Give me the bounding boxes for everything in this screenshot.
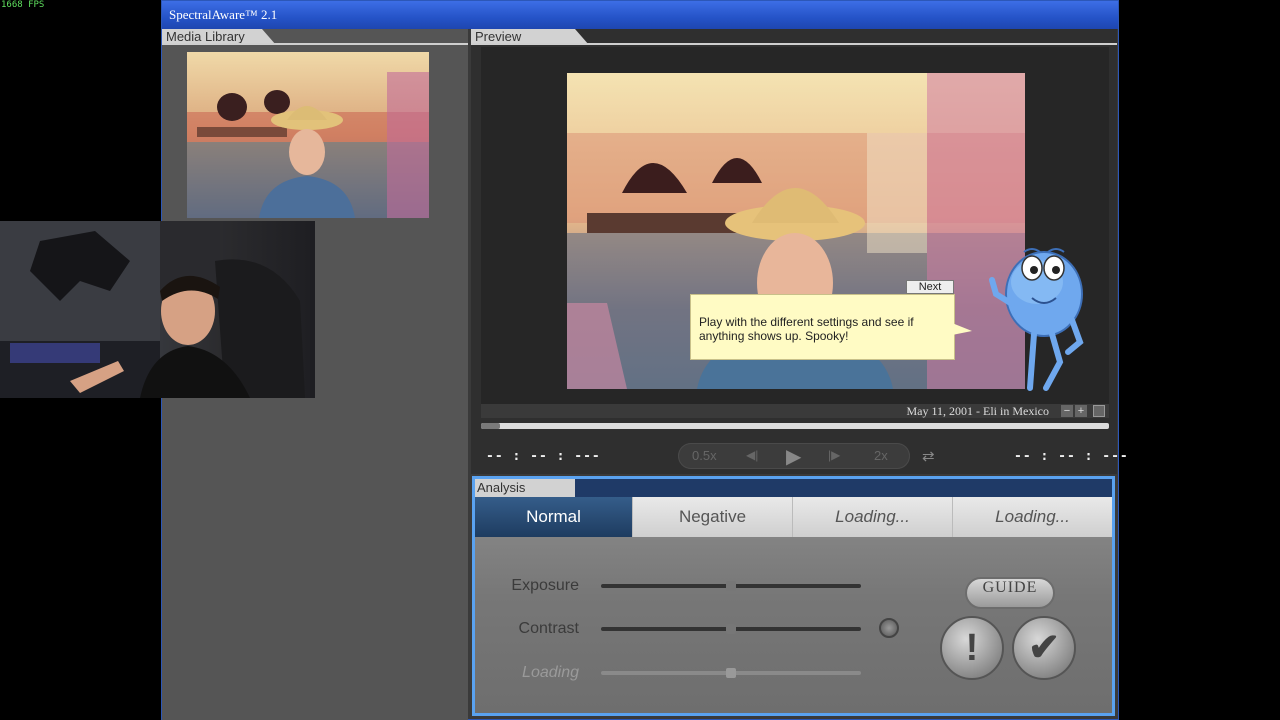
tab-normal[interactable]: Normal — [475, 497, 633, 537]
tab-loading-1[interactable]: Loading... — [793, 497, 953, 537]
contrast-label: Contrast — [518, 620, 579, 637]
analysis-mode-tabs: Normal Negative Loading... Loading... — [475, 497, 1112, 537]
play-icon[interactable]: ▶ — [786, 444, 801, 469]
exposure-slider-knob[interactable] — [726, 581, 736, 591]
fullscreen-icon[interactable] — [1093, 405, 1105, 417]
timeline-progress[interactable] — [481, 423, 1109, 429]
transport-controls: 0.5x ◀| ▶ |▶ 2x — [678, 443, 910, 469]
window-title: SpectralAware™ 2.1 — [169, 7, 278, 22]
contrast-slider[interactable] — [601, 624, 861, 634]
media-library-divider — [162, 43, 468, 45]
loading-slider-knob — [726, 668, 736, 678]
analysis-header-bar: Analysis — [475, 479, 1112, 497]
tutorial-message: Play with the different settings and see… — [699, 315, 914, 343]
guide-button[interactable]: GUIDE — [965, 577, 1055, 609]
step-back-icon[interactable]: ◀| — [746, 448, 758, 462]
exposure-label: Exposure — [511, 577, 579, 594]
total-time: -- : -- : --- — [1014, 449, 1129, 464]
tab-negative[interactable]: Negative — [633, 497, 793, 537]
zoom-in-button[interactable]: + — [1075, 405, 1087, 417]
preview-divider — [471, 43, 1117, 45]
media-thumbnail[interactable] — [187, 52, 429, 218]
title-bar[interactable]: SpectralAware™ 2.1 — [162, 1, 1118, 29]
reset-icon[interactable] — [879, 618, 899, 638]
contrast-slider-knob[interactable] — [726, 624, 736, 634]
loading-slider — [601, 668, 861, 678]
tab-loading-2[interactable]: Loading... — [953, 497, 1112, 537]
analysis-panel: Analysis Normal Negative Loading... Load… — [472, 476, 1115, 716]
alert-button[interactable]: ! — [940, 616, 1004, 680]
step-forward-icon[interactable]: |▶ — [828, 448, 840, 462]
loading-slider-label: Loading — [522, 664, 579, 681]
tutorial-speech-bubble: Play with the different settings and see… — [690, 294, 972, 360]
analysis-header: Analysis — [475, 479, 575, 497]
exposure-slider[interactable] — [601, 581, 861, 591]
timeline-progress-fill — [481, 423, 500, 429]
webcam-overlay — [0, 221, 315, 398]
speed-slower-button[interactable]: 0.5x — [692, 448, 717, 463]
fps-counter: 1668 FPS — [1, 0, 45, 10]
confirm-button[interactable]: ✔ — [1012, 616, 1076, 680]
mascot-guide — [982, 242, 1086, 392]
current-time: -- : -- : --- — [486, 449, 601, 464]
speed-faster-button[interactable]: 2x — [874, 448, 888, 463]
tutorial-next-button[interactable]: Next — [906, 280, 954, 294]
loop-icon[interactable]: ⇄ — [922, 447, 935, 465]
photo-caption: May 11, 2001 - Eli in Mexico — [906, 404, 1049, 418]
preview-info-bar: May 11, 2001 - Eli in Mexico − + — [481, 404, 1109, 418]
zoom-out-button[interactable]: − — [1061, 405, 1073, 417]
